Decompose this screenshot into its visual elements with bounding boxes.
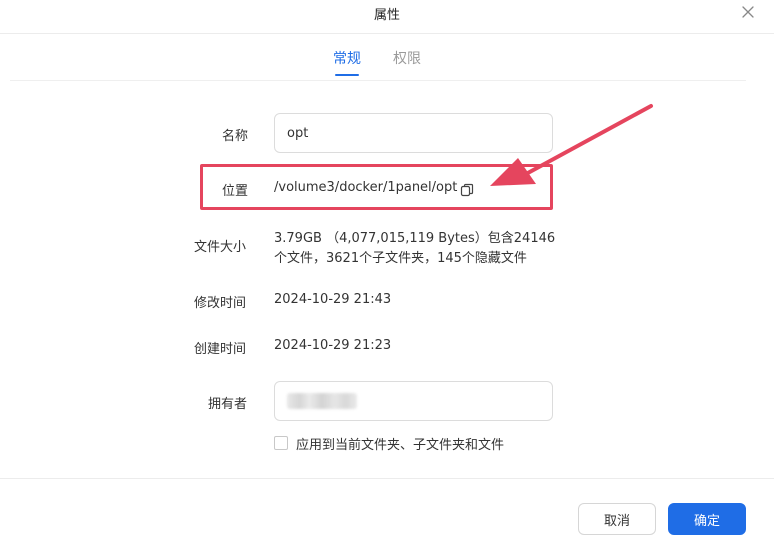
apply-recursive-label[interactable]: 应用到当前文件夹、子文件夹和文件 (296, 434, 504, 453)
tabs-divider (10, 80, 746, 81)
footer-divider (0, 478, 774, 479)
size-line-1: 3.79GB （4,077,015,119 Bytes）包含24146 (274, 231, 556, 246)
size-line-2: 个文件，3621个子文件夹，145个隐藏文件 (274, 251, 527, 266)
active-tab-indicator (335, 74, 359, 76)
annotation-highlight-box (200, 164, 553, 210)
tab-permissions[interactable]: 权限 (393, 48, 421, 68)
size-label: 文件大小 (194, 240, 247, 255)
cancel-button[interactable]: 取消 (578, 503, 656, 535)
created-label: 创建时间 (194, 342, 247, 357)
apply-recursive-checkbox[interactable] (274, 436, 288, 450)
modified-label: 修改时间 (194, 296, 247, 311)
modified-value: 2024-10-29 21:43 (274, 292, 392, 307)
owner-value-blurred (287, 393, 357, 409)
owner-select[interactable] (274, 381, 553, 421)
name-label: 名称 (222, 129, 249, 144)
name-input-value: opt (287, 125, 309, 141)
header-divider (0, 33, 774, 34)
created-value: 2024-10-29 21:23 (274, 338, 392, 353)
annotation-arrow (490, 104, 653, 186)
properties-dialog: 属性 常规 权限 名称 opt 位置 /volume3/docker/1pane… (0, 0, 774, 546)
close-icon[interactable] (740, 4, 756, 20)
ok-button[interactable]: 确定 (668, 503, 746, 535)
owner-label: 拥有者 (208, 397, 248, 412)
tab-general[interactable]: 常规 (333, 48, 361, 68)
dialog-title: 属性 (373, 8, 400, 23)
name-input[interactable]: opt (274, 113, 553, 153)
